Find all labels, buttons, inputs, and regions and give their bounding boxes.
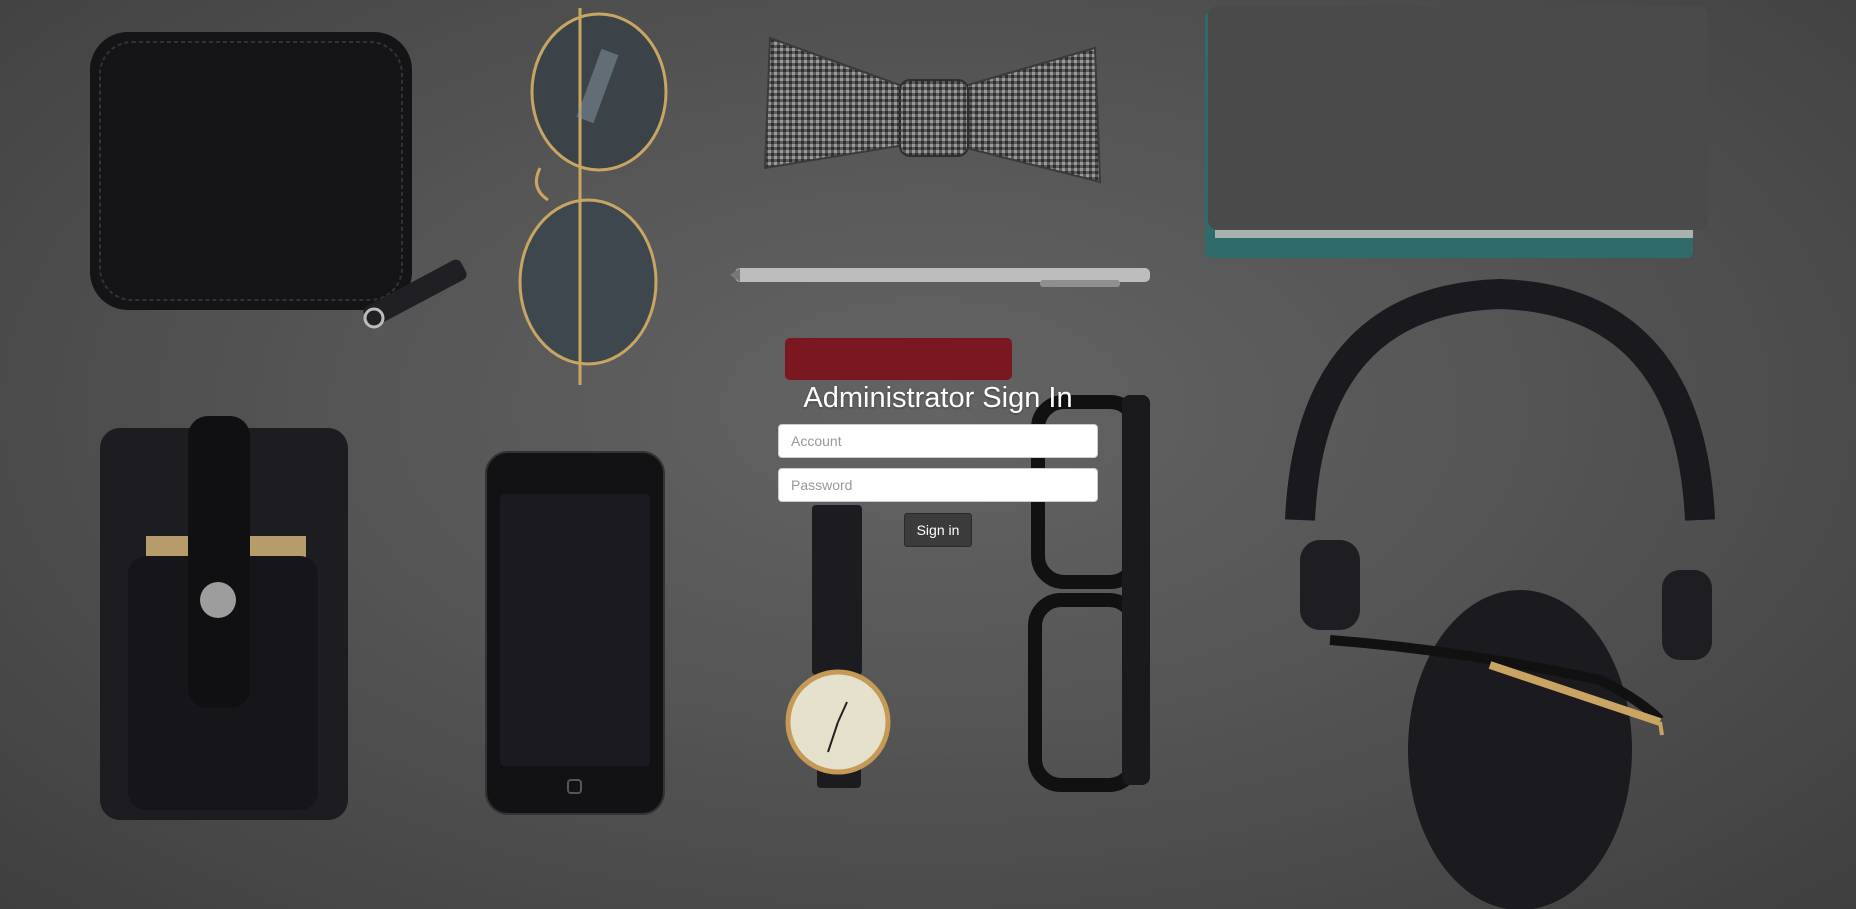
- signin-button[interactable]: Sign in: [903, 513, 973, 547]
- red-object-photo-object: [785, 338, 1012, 380]
- bow-tie-photo-object: [763, 36, 1102, 184]
- wallet-photo-object: [90, 32, 467, 329]
- login-page: Administrator Sign In Sign in: [0, 0, 1856, 909]
- admin-signin-form: Administrator Sign In Sign in: [778, 380, 1098, 547]
- headphones-photo-object: [1285, 278, 1715, 909]
- password-input[interactable]: [778, 468, 1098, 502]
- watch-photo-object: [785, 505, 891, 788]
- signin-title: Administrator Sign In: [803, 382, 1073, 414]
- card-holder-photo-object: [100, 416, 348, 820]
- phone-photo-object: [485, 451, 665, 815]
- account-input[interactable]: [778, 424, 1098, 458]
- pen-photo-object: [730, 268, 1150, 287]
- sunglasses-photo-object: [518, 8, 668, 385]
- notebook-photo-object: [1205, 6, 1708, 258]
